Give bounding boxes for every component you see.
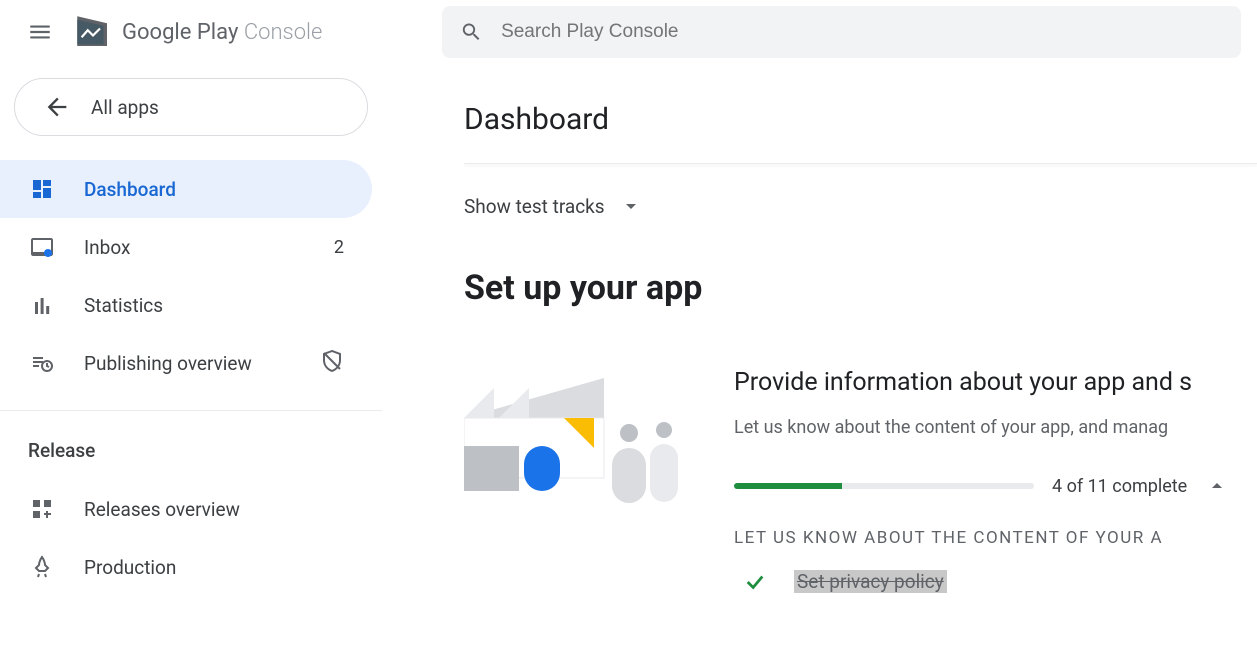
sidebar-item-label: Publishing overview <box>84 352 252 375</box>
divider <box>0 410 382 411</box>
sidebar-item-label: Dashboard <box>84 178 176 201</box>
hamburger-menu-button[interactable] <box>16 8 64 56</box>
page-title: Dashboard <box>464 102 1257 137</box>
chevron-up-icon[interactable] <box>1205 474 1229 498</box>
sidebar: All apps Dashboard Inbox 2 Statistics <box>0 64 382 670</box>
progress-row: 4 of 11 complete <box>734 474 1257 498</box>
releases-overview-icon <box>28 497 56 521</box>
setup-illustration <box>464 368 694 508</box>
inbox-badge: 2 <box>334 237 344 258</box>
header: Google Play Console <box>0 0 1257 64</box>
sidebar-item-label: Inbox <box>84 236 130 259</box>
setup-card-title: Provide information about your app and s <box>734 368 1257 397</box>
task-link-privacy-policy[interactable]: Set privacy policy <box>794 570 947 593</box>
sidebar-item-label: Production <box>84 556 176 579</box>
sidebar-item-label: Releases overview <box>84 498 240 521</box>
sidebar-item-publishing-overview[interactable]: Publishing overview <box>0 334 372 392</box>
search-input[interactable] <box>501 21 1223 43</box>
task-item-privacy-policy: Set privacy policy <box>734 564 1257 599</box>
setup-card-description: Let us know about the content of your ap… <box>734 417 1257 438</box>
play-console-logo-icon <box>72 11 114 53</box>
production-icon <box>28 555 56 579</box>
main-content: Dashboard Show test tracks Set up your a… <box>382 64 1257 670</box>
arrow-left-icon <box>43 93 71 121</box>
progress-fill <box>734 483 842 489</box>
brand-suffix: Console <box>244 20 323 45</box>
check-icon <box>744 571 766 593</box>
sidebar-item-statistics[interactable]: Statistics <box>0 276 372 334</box>
all-apps-label: All apps <box>91 96 159 119</box>
progress-bar <box>734 483 1034 489</box>
task-section-label: LET US KNOW ABOUT THE CONTENT OF YOUR A <box>734 528 1257 548</box>
dashboard-icon <box>28 177 56 201</box>
brand-name: Google Play <box>122 20 238 45</box>
menu-icon <box>27 19 53 45</box>
sidebar-item-releases-overview[interactable]: Releases overview <box>0 480 372 538</box>
all-apps-button[interactable]: All apps <box>14 78 368 136</box>
sidebar-item-label: Statistics <box>84 294 163 317</box>
sidebar-section-release: Release <box>0 429 382 480</box>
logo[interactable]: Google Play Console <box>72 11 322 53</box>
statistics-icon <box>28 293 56 317</box>
divider <box>464 163 1257 164</box>
show-test-tracks-toggle[interactable]: Show test tracks <box>464 194 643 218</box>
chevron-down-icon <box>619 194 643 218</box>
search-bar[interactable] <box>442 6 1241 58</box>
brand-text: Google Play Console <box>122 20 322 45</box>
inbox-icon <box>28 235 56 259</box>
setup-card: Provide information about your app and s… <box>464 368 1257 599</box>
publishing-overview-icon <box>28 351 56 375</box>
sidebar-item-dashboard[interactable]: Dashboard <box>0 160 372 218</box>
sidebar-item-production[interactable]: Production <box>0 538 372 596</box>
search-icon <box>460 20 483 44</box>
sidebar-item-inbox[interactable]: Inbox 2 <box>0 218 372 276</box>
setup-heading: Set up your app <box>464 268 1257 308</box>
publishing-disabled-icon <box>320 349 344 378</box>
progress-text: 4 of 11 complete <box>1052 476 1187 497</box>
show-test-tracks-label: Show test tracks <box>464 195 605 218</box>
